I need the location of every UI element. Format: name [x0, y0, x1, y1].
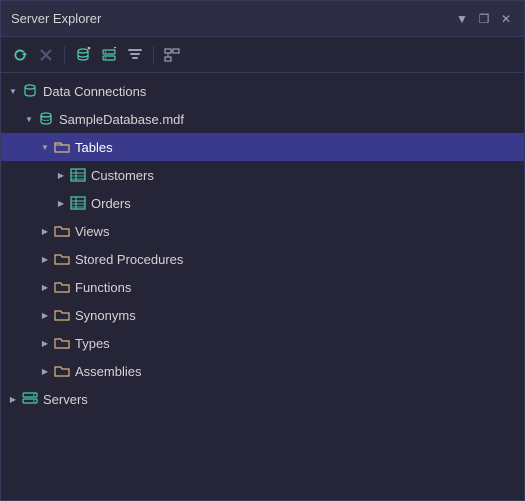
close-button[interactable]: ✕	[498, 11, 514, 27]
toolbar-separator-1	[64, 46, 65, 64]
connect-database-button[interactable]	[72, 44, 94, 66]
functions-label: Functions	[75, 280, 131, 295]
expand-arrow-assemblies[interactable]	[37, 363, 53, 379]
tree-item-synonyms[interactable]: Synonyms	[1, 301, 524, 329]
folder-icon-stored-procedures	[53, 250, 71, 268]
server-icon	[21, 390, 39, 408]
tree-item-sample-database[interactable]: SampleDatabase.mdf	[1, 105, 524, 133]
sample-database-label: SampleDatabase.mdf	[59, 112, 184, 127]
tables-label: Tables	[75, 140, 113, 155]
folder-icon-assemblies	[53, 362, 71, 380]
filter-button[interactable]	[124, 44, 146, 66]
database-icon	[37, 110, 55, 128]
orders-label: Orders	[91, 196, 131, 211]
restore-button[interactable]: ❐	[476, 11, 492, 27]
toolbar	[1, 37, 524, 73]
expand-arrow-tables[interactable]	[37, 139, 53, 155]
expand-arrow-data-connections[interactable]	[5, 83, 21, 99]
folder-icon-tables	[53, 138, 71, 156]
table-icon-customers	[69, 166, 87, 184]
toolbar-separator-2	[153, 46, 154, 64]
tree-item-stored-procedures[interactable]: Stored Procedures	[1, 245, 524, 273]
tree-item-orders[interactable]: Orders	[1, 189, 524, 217]
cylinder-icon	[21, 82, 39, 100]
data-connections-label: Data Connections	[43, 84, 146, 99]
stop-button[interactable]	[35, 44, 57, 66]
tree-item-functions[interactable]: Functions	[1, 273, 524, 301]
synonyms-label: Synonyms	[75, 308, 136, 323]
expand-arrow-types[interactable]	[37, 335, 53, 351]
tree-item-assemblies[interactable]: Assemblies	[1, 357, 524, 385]
server-explorer-window: Server Explorer ▼ ❐ ✕	[0, 0, 525, 501]
tree-item-data-connections[interactable]: Data Connections	[1, 77, 524, 105]
expand-arrow-servers[interactable]	[5, 391, 21, 407]
table-icon-orders	[69, 194, 87, 212]
expand-arrow-views[interactable]	[37, 223, 53, 239]
folder-icon-views	[53, 222, 71, 240]
title-bar-controls: ▼ ❐ ✕	[454, 11, 514, 27]
expand-arrow-orders[interactable]	[53, 195, 69, 211]
folder-icon-functions	[53, 278, 71, 296]
diagram-button[interactable]	[161, 44, 183, 66]
assemblies-label: Assemblies	[75, 364, 141, 379]
tree-view[interactable]: Data Connections SampleDatabase.mdf	[1, 73, 524, 500]
expand-arrow-customers[interactable]	[53, 167, 69, 183]
folder-icon-types	[53, 334, 71, 352]
customers-label: Customers	[91, 168, 154, 183]
title-bar-left: Server Explorer	[11, 11, 101, 26]
tree-item-tables[interactable]: Tables	[1, 133, 524, 161]
expand-arrow-synonyms[interactable]	[37, 307, 53, 323]
tree-item-types[interactable]: Types	[1, 329, 524, 357]
tree-item-views[interactable]: Views	[1, 217, 524, 245]
stored-procedures-label: Stored Procedures	[75, 252, 183, 267]
expand-arrow-functions[interactable]	[37, 279, 53, 295]
connect-server-button[interactable]	[98, 44, 120, 66]
expand-arrow-stored-procedures[interactable]	[37, 251, 53, 267]
title-bar: Server Explorer ▼ ❐ ✕	[1, 1, 524, 37]
dropdown-button[interactable]: ▼	[454, 11, 470, 27]
types-label: Types	[75, 336, 110, 351]
window-title: Server Explorer	[11, 11, 101, 26]
tree-item-servers[interactable]: Servers	[1, 385, 524, 413]
refresh-button[interactable]	[9, 44, 31, 66]
servers-label: Servers	[43, 392, 88, 407]
folder-icon-synonyms	[53, 306, 71, 324]
tree-item-customers[interactable]: Customers	[1, 161, 524, 189]
expand-arrow-sample-database[interactable]	[21, 111, 37, 127]
views-label: Views	[75, 224, 109, 239]
